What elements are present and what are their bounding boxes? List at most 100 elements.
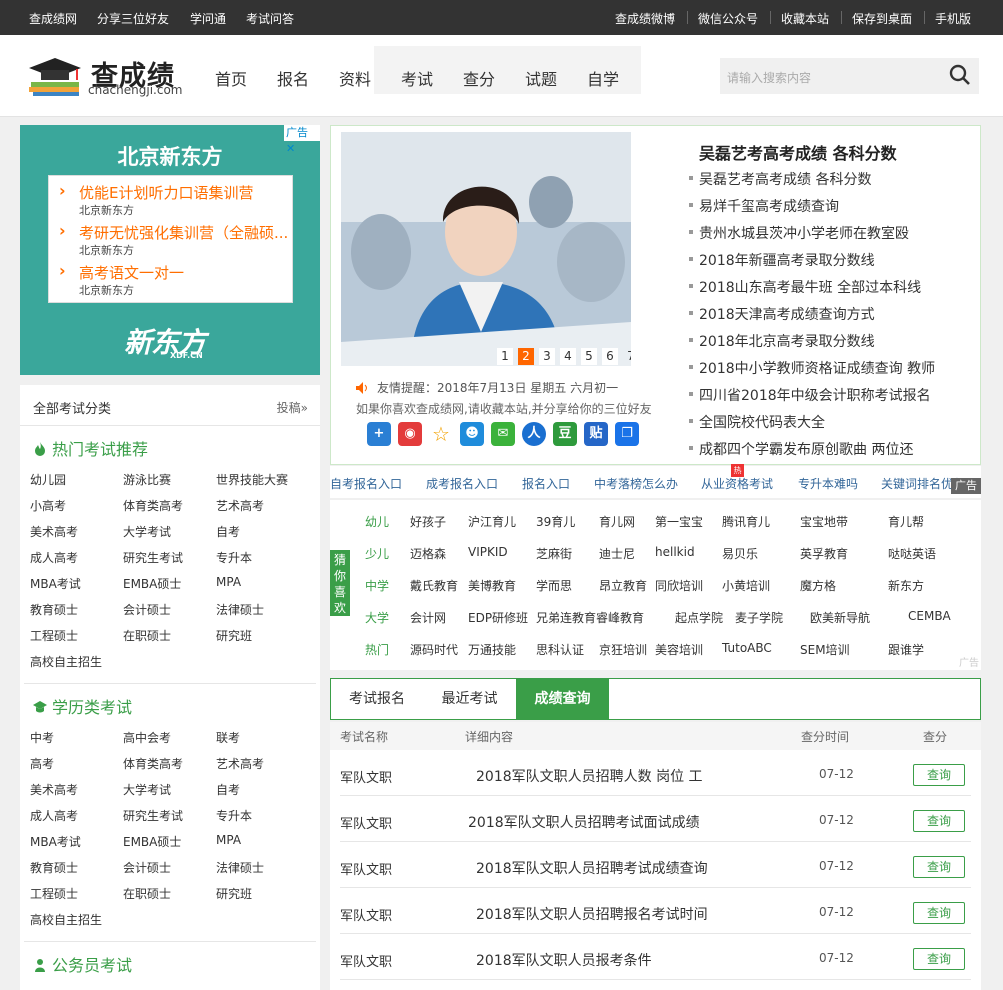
category-link[interactable]: 专升本 — [216, 807, 252, 824]
category-link[interactable]: 体育类高考 — [123, 755, 183, 772]
guess-link[interactable]: 易贝乐 — [722, 545, 758, 562]
category-link[interactable]: 研究生考试 — [123, 549, 183, 566]
guess-category[interactable]: 幼儿 — [365, 513, 389, 530]
guess-category[interactable]: 热门 — [365, 641, 389, 658]
category-link[interactable]: 法律硕士 — [216, 601, 264, 618]
guess-link[interactable]: 迈格森 — [410, 545, 446, 562]
category-link[interactable]: 教育硕士 — [30, 859, 78, 876]
category-link[interactable]: 工程硕士 — [30, 627, 78, 644]
exam-name[interactable]: 军队文职 — [340, 951, 392, 970]
contribute-link[interactable]: 投稿» — [277, 399, 308, 416]
guess-link[interactable]: 睿峰教育 — [596, 609, 644, 626]
category-link[interactable]: 研究生考试 — [123, 807, 183, 824]
top-link-qa[interactable]: 考试问答 — [246, 10, 294, 27]
category-link[interactable]: 高校自主招生 — [30, 653, 102, 670]
news-item[interactable]: 全国院校代码表大全 — [689, 412, 825, 432]
top-link-share[interactable]: 分享三位好友 — [97, 10, 169, 27]
top-link-weibo[interactable]: 查成绩微博 — [615, 10, 675, 27]
pager-1[interactable]: 1 — [497, 348, 513, 365]
guess-link[interactable]: EDP研修班 — [468, 609, 528, 626]
guess-link[interactable]: 戴氏教育 — [410, 577, 458, 594]
guess-category[interactable]: 中学 — [365, 577, 389, 594]
category-link[interactable]: 法律硕士 — [216, 859, 264, 876]
category-link[interactable]: 自考 — [216, 523, 240, 540]
category-link[interactable]: 教育硕士 — [30, 601, 78, 618]
nav-papers[interactable]: 试题 — [525, 66, 557, 90]
news-item[interactable]: 2018中小学教师资格证成绩查询 教师 — [688, 358, 935, 378]
category-link[interactable]: 联考 — [216, 729, 240, 746]
category-link[interactable]: 会计硕士 — [123, 601, 171, 618]
pager-7[interactable]: 7 — [623, 348, 631, 365]
nav-self-study[interactable]: 自学 — [587, 66, 619, 90]
pager-2[interactable]: 2 — [518, 348, 534, 365]
query-button[interactable]: 查询 — [913, 948, 965, 970]
exam-detail-link[interactable]: 2018军队文职人员报考条件 — [476, 950, 652, 970]
carousel-image[interactable]: 1 2 3 4 5 6 7 8 — [341, 132, 631, 366]
guess-link[interactable]: 39育儿 — [536, 513, 575, 530]
qq-icon[interactable]: ☻ — [460, 422, 484, 446]
exam-name[interactable]: 军队文职 — [340, 905, 392, 924]
guess-link[interactable]: SEM培训 — [800, 641, 850, 658]
guess-link[interactable]: 跟谁学 — [888, 641, 924, 658]
category-link[interactable]: 成人高考 — [30, 807, 78, 824]
pager-3[interactable]: 3 — [539, 348, 555, 365]
tab-score-query[interactable]: 成绩查询 — [516, 679, 609, 719]
search-input[interactable]: 请输入搜索内容 — [727, 69, 811, 86]
search-icon[interactable] — [949, 64, 971, 86]
guess-link[interactable]: 沪江育儿 — [468, 513, 516, 530]
link-qualification[interactable]: 从业资格考试 — [701, 475, 773, 492]
exam-detail-link[interactable]: 2018军队文职人员招聘报名考试时间 — [476, 904, 708, 924]
guess-link[interactable]: 欧美新导航 — [810, 609, 870, 626]
query-button[interactable]: 查询 — [913, 764, 965, 786]
category-link[interactable]: 世界技能大赛 — [216, 471, 288, 488]
tieba-icon[interactable]: 贴 — [584, 422, 608, 446]
link-zikao[interactable]: 自考报名入口 — [330, 475, 402, 492]
guess-link[interactable]: 麦子学院 — [735, 609, 783, 626]
wechat-icon[interactable]: ✉ — [491, 422, 515, 446]
category-link[interactable]: 会计硕士 — [123, 859, 171, 876]
category-link[interactable]: 研究班 — [216, 627, 252, 644]
link-chengkao[interactable]: 成考报名入口 — [426, 475, 498, 492]
tab-recent-exams[interactable]: 最近考试 — [423, 679, 516, 719]
guess-link[interactable]: 美容培训 — [655, 641, 703, 658]
news-item[interactable]: 易烊千玺高考成绩查询 — [689, 196, 839, 216]
category-link[interactable]: MBA考试 — [30, 833, 81, 850]
top-link-wechat[interactable]: 微信公众号 — [698, 10, 758, 27]
pager-6[interactable]: 6 — [602, 348, 618, 365]
exam-name[interactable]: 军队文职 — [340, 813, 392, 832]
guess-category[interactable]: 大学 — [365, 609, 389, 626]
category-link[interactable]: 体育类高考 — [123, 497, 183, 514]
exam-detail-link[interactable]: 2018军队文职人员招聘人数 岗位 工 — [476, 766, 703, 786]
category-link[interactable]: 在职硕士 — [123, 885, 171, 902]
category-link[interactable]: 游泳比赛 — [123, 471, 171, 488]
category-link[interactable]: 幼儿园 — [30, 471, 66, 488]
category-link[interactable]: MPA — [216, 575, 241, 589]
top-link-xuewentong[interactable]: 学问通 — [190, 10, 226, 27]
category-link[interactable]: 在职硕士 — [123, 627, 171, 644]
nav-signup[interactable]: 报名 — [277, 66, 309, 90]
search-box[interactable]: 请输入搜索内容 — [720, 58, 979, 94]
category-link[interactable]: 美术高考 — [30, 523, 78, 540]
guess-link[interactable]: 好孩子 — [410, 513, 446, 530]
category-link[interactable]: EMBA硕士 — [123, 833, 181, 850]
qzone-star-icon[interactable]: ☆ — [429, 422, 453, 446]
category-link[interactable]: 高中会考 — [123, 729, 171, 746]
category-link[interactable]: 高考 — [30, 755, 54, 772]
exam-name[interactable]: 军队文职 — [340, 859, 392, 878]
exam-name[interactable]: 军队文职 — [340, 767, 392, 786]
guess-link[interactable]: 美博教育 — [468, 577, 516, 594]
category-link[interactable]: 大学考试 — [123, 781, 171, 798]
nav-scores[interactable]: 查分 — [463, 66, 495, 90]
guess-link[interactable]: 育儿帮 — [888, 513, 924, 530]
category-link[interactable]: MBA考试 — [30, 575, 81, 592]
left-ad-banner[interactable]: 广告 ✕ 北京新东方 › 优能E计划听力口语集训营 北京新东方 › 考研无忧强化… — [20, 125, 320, 375]
guess-link[interactable]: 新东方 — [888, 577, 924, 594]
guess-link[interactable]: 第一宝宝 — [655, 513, 703, 530]
guess-link[interactable]: VIPKID — [468, 545, 508, 559]
pager-4[interactable]: 4 — [560, 348, 576, 365]
guess-link[interactable]: 兄弟连教育 — [536, 609, 596, 626]
top-link-bookmark[interactable]: 收藏本站 — [781, 10, 829, 27]
guess-link[interactable]: 源码时代 — [410, 641, 458, 658]
category-link[interactable]: 专升本 — [216, 549, 252, 566]
weibo-icon[interactable]: ◉ — [398, 422, 422, 446]
